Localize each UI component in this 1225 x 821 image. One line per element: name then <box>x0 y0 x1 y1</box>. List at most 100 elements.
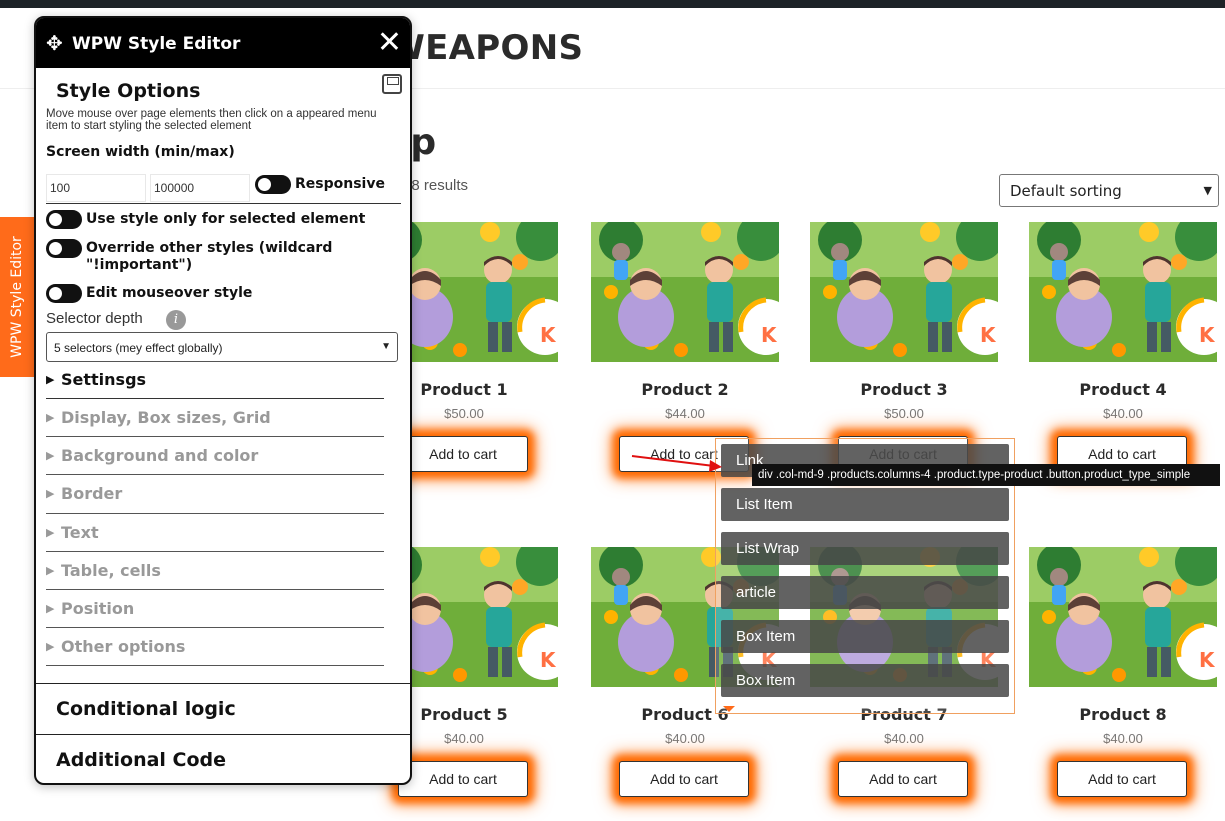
divider <box>46 436 384 437</box>
accordion-text[interactable]: ▶ Text <box>46 523 99 542</box>
mouseover-style-toggle[interactable] <box>46 284 82 303</box>
editor-header[interactable]: ✥ WPW Style Editor ✕ <box>36 18 410 68</box>
svg-text:K: K <box>540 648 557 672</box>
product-price: $40.00 <box>1103 731 1143 746</box>
accordion-label: Position <box>61 599 135 618</box>
sort-select-value: Default sorting <box>1010 182 1122 200</box>
product-image[interactable]: K <box>591 222 779 362</box>
product-name[interactable]: Product 3 <box>810 380 998 399</box>
divider <box>46 589 384 590</box>
product-price: $50.00 <box>884 406 924 421</box>
accordion-label: Other options <box>61 637 186 656</box>
add-to-cart-button[interactable]: Add to cart <box>398 436 528 472</box>
add-to-cart-button[interactable]: Add to cart <box>398 761 528 797</box>
accordion-label: Border <box>61 484 123 503</box>
picker-item-list-wrap[interactable]: List Wrap <box>721 532 1009 565</box>
picker-item-article[interactable]: article <box>721 576 1009 609</box>
divider <box>46 474 384 475</box>
accordion-other-options[interactable]: ▶ Other options <box>46 637 185 656</box>
product-image[interactable]: K <box>1029 547 1217 687</box>
divider <box>46 513 384 514</box>
accordion-label: Display, Box sizes, Grid <box>61 408 271 427</box>
divider <box>46 665 384 666</box>
chevron-down-icon: ▼ <box>381 341 391 352</box>
add-to-cart-button[interactable]: Add to cart <box>838 761 968 797</box>
product-name[interactable]: Product 2 <box>591 380 779 399</box>
override-styles-label: Override other styles (wildcard "!import… <box>86 240 333 273</box>
svg-text:K: K <box>761 323 778 347</box>
triangle-right-icon: ▶ <box>46 564 55 577</box>
divider <box>46 551 384 552</box>
selector-depth-select[interactable]: 5 selectors (mey effect globally) ▼ <box>46 332 398 362</box>
accordion-label: Text <box>61 523 99 542</box>
accordion-settings[interactable]: ▶ Settinsgs <box>46 370 146 389</box>
responsive-toggle[interactable] <box>255 175 291 194</box>
picker-item-box-item[interactable]: Box Item <box>721 620 1009 653</box>
product-image[interactable]: K <box>1029 222 1217 362</box>
product-price: $44.00 <box>665 406 705 421</box>
picker-item-list-item[interactable]: List Item <box>721 488 1009 521</box>
accordion-label: Table, cells <box>61 561 161 580</box>
triangle-right-icon: ▶ <box>46 449 55 462</box>
accordion-table-cells[interactable]: ▶ Table, cells <box>46 561 161 580</box>
accordion-label: Settinsgs <box>61 370 147 389</box>
svg-text:K: K <box>980 323 997 347</box>
editor-hint: Move mouse over page elements then click… <box>46 108 377 132</box>
product-price: $40.00 <box>1103 406 1143 421</box>
product-name[interactable]: Product 4 <box>1029 380 1217 399</box>
product-name[interactable]: Product 8 <box>1029 705 1217 724</box>
editor-title: WPW Style Editor <box>72 34 241 54</box>
triangle-right-icon: ▶ <box>46 640 55 653</box>
divider <box>36 734 410 735</box>
accordion-display-box-grid[interactable]: ▶ Display, Box sizes, Grid <box>46 408 271 427</box>
close-icon[interactable]: ✕ <box>377 28 402 58</box>
move-icon[interactable]: ✥ <box>46 31 63 56</box>
svg-text:K: K <box>1199 323 1216 347</box>
screen-width-label: Screen width (min/max) <box>46 144 235 160</box>
conditional-logic-section[interactable]: Conditional logic <box>56 698 236 720</box>
selected-element-only-label: Use style only for selected element <box>86 211 366 227</box>
picker-caret-icon <box>723 706 735 712</box>
triangle-right-icon: ▶ <box>46 526 55 539</box>
divider <box>46 398 384 399</box>
style-editor-side-tab[interactable]: WPW Style Editor <box>0 217 34 377</box>
style-options-title: Style Options <box>56 80 201 102</box>
accordion-background-color[interactable]: ▶ Background and color <box>46 446 258 465</box>
add-to-cart-button[interactable]: Add to cart <box>1057 761 1187 797</box>
responsive-label: Responsive <box>295 176 385 192</box>
divider <box>46 203 401 204</box>
additional-code-section[interactable]: Additional Code <box>56 749 226 771</box>
svg-text:K: K <box>1199 648 1216 672</box>
selector-tooltip: div .col-md-9 .products.columns-4 .produ… <box>752 464 1220 486</box>
mouseover-style-label: Edit mouseover style <box>86 285 253 301</box>
min-width-input[interactable]: 100 <box>46 174 146 202</box>
selector-depth-value: 5 selectors (mey effect globally) <box>54 341 223 355</box>
product-image[interactable]: K <box>810 222 998 362</box>
max-width-input[interactable]: 100000 <box>150 174 250 202</box>
picker-item-box-item[interactable]: Box Item <box>721 664 1009 697</box>
divider <box>36 683 410 684</box>
accordion-border[interactable]: ▶ Border <box>46 484 122 503</box>
browser-top-bar <box>0 0 1225 8</box>
chevron-down-icon: ▼ <box>1203 184 1212 197</box>
product-price: $40.00 <box>884 731 924 746</box>
product-card: K Product 4 $40.00 Add to cart <box>1029 222 1217 502</box>
red-arrow-icon <box>631 455 722 472</box>
override-styles-toggle[interactable] <box>46 239 82 258</box>
sort-select[interactable]: Default sorting ▼ <box>999 174 1219 207</box>
info-icon[interactable]: i <box>166 310 186 330</box>
add-to-cart-button[interactable]: Add to cart <box>619 761 749 797</box>
product-card: K Product 8 $40.00 Add to cart <box>1029 547 1217 821</box>
triangle-right-icon: ▶ <box>46 602 55 615</box>
save-icon[interactable] <box>382 74 402 94</box>
divider <box>46 627 384 628</box>
side-tab-label: WPW Style Editor <box>9 236 25 358</box>
triangle-right-icon: ▶ <box>46 487 55 500</box>
triangle-right-icon: ▶ <box>46 411 55 424</box>
style-editor-panel: ✥ WPW Style Editor ✕ Style Options Move … <box>34 16 412 785</box>
selected-element-only-toggle[interactable] <box>46 210 82 229</box>
svg-text:K: K <box>540 323 557 347</box>
product-price: $40.00 <box>665 731 705 746</box>
accordion-label: Background and color <box>61 446 259 465</box>
accordion-position[interactable]: ▶ Position <box>46 599 134 618</box>
